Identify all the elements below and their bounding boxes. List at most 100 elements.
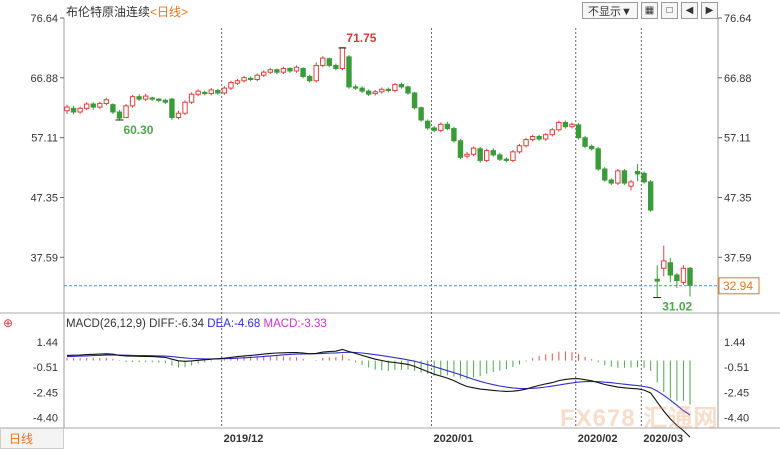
candle-body bbox=[641, 172, 647, 183]
candle-body bbox=[208, 89, 214, 95]
low-annotation: 60.30 bbox=[123, 123, 153, 137]
candle-body bbox=[497, 154, 503, 160]
candle-body bbox=[352, 86, 359, 89]
price-chart[interactable]: 76.64 76.64 66.88 66.88 57.11 57.11 47.35 47.35… bbox=[0, 0, 780, 449]
x-tick-label: 2020/02 bbox=[578, 433, 618, 445]
candle-body bbox=[536, 136, 542, 140]
y-tick-label: 57.11 bbox=[31, 133, 58, 145]
candle-body bbox=[110, 104, 116, 113]
candle-body bbox=[438, 123, 444, 131]
candle-body bbox=[575, 124, 582, 139]
candle-body bbox=[293, 66, 300, 72]
candle-body bbox=[569, 123, 575, 128]
candle-body bbox=[431, 127, 437, 131]
candle-body bbox=[372, 91, 378, 95]
candle-body bbox=[280, 67, 287, 73]
candle-body bbox=[562, 121, 569, 128]
macd-diff: DIFF:-6.34 bbox=[149, 318, 205, 330]
candle-body bbox=[582, 137, 588, 147]
candle-body bbox=[424, 120, 431, 129]
candle-body bbox=[647, 181, 654, 211]
y-tick-label: 66.88 bbox=[30, 73, 58, 85]
candle-body bbox=[103, 99, 110, 104]
candle-body bbox=[588, 145, 595, 150]
candle-body bbox=[470, 147, 477, 155]
candle-body bbox=[182, 101, 188, 114]
candle-body bbox=[287, 67, 293, 72]
candle-body bbox=[326, 58, 333, 66]
crosshair-icon: ⊕ bbox=[3, 316, 13, 330]
candle-body bbox=[477, 148, 483, 161]
candle-body bbox=[90, 103, 96, 108]
candle-body bbox=[628, 181, 634, 187]
candle-body bbox=[247, 77, 254, 81]
macd-y-tick-label: -0.51 bbox=[33, 362, 58, 374]
candle-body bbox=[300, 67, 306, 77]
candle-body bbox=[77, 107, 83, 113]
candle-body bbox=[484, 150, 490, 161]
candle-body bbox=[379, 88, 385, 93]
y-tick-label-right: 37.59 bbox=[724, 252, 752, 264]
x-tick-label: 2020/01 bbox=[433, 433, 473, 445]
candle-body bbox=[392, 83, 398, 92]
macd-y-tick-label-right: -4.40 bbox=[724, 413, 749, 425]
candle-body bbox=[70, 107, 77, 113]
candle-body bbox=[202, 91, 208, 95]
candle-body bbox=[595, 148, 601, 170]
candle-body bbox=[451, 128, 457, 142]
candle-body bbox=[195, 90, 201, 95]
candle-body bbox=[621, 170, 628, 184]
candle-body bbox=[123, 105, 129, 119]
macd-y-tick-label: -4.40 bbox=[33, 413, 58, 425]
candle-body bbox=[188, 93, 195, 103]
macd-y-tick-label-right: -2.45 bbox=[724, 387, 749, 399]
candle-body bbox=[339, 47, 346, 69]
candle-body bbox=[313, 64, 319, 82]
candle-body bbox=[254, 74, 260, 81]
candle-body bbox=[64, 106, 70, 112]
candle-body bbox=[529, 136, 536, 141]
candle-body bbox=[221, 87, 228, 94]
candle-body bbox=[175, 112, 182, 119]
candle-body bbox=[116, 111, 123, 119]
candle-body bbox=[411, 92, 418, 109]
candle-body bbox=[346, 56, 352, 88]
candle-body bbox=[365, 90, 372, 95]
candle-body bbox=[543, 134, 549, 140]
candle-body bbox=[136, 96, 142, 100]
macd-dea: DEA:-4.68 bbox=[207, 318, 261, 330]
candle-body bbox=[156, 98, 162, 101]
candle-body bbox=[444, 123, 451, 130]
candle-body bbox=[516, 145, 523, 153]
candle-body bbox=[261, 71, 267, 76]
candle-body bbox=[398, 83, 405, 88]
watermark-logo: FX678 汇通网 bbox=[560, 405, 719, 432]
macd-y-tick-label: 1.44 bbox=[37, 337, 58, 349]
high-annotation: 71.75 bbox=[346, 31, 376, 45]
candle-body bbox=[608, 179, 615, 184]
y-tick-label-right: 57.11 bbox=[724, 133, 751, 145]
period-tab[interactable]: 日线 bbox=[0, 428, 64, 449]
y-tick-label-right: 76.64 bbox=[724, 13, 752, 25]
macd-y-tick-label-right: 1.44 bbox=[724, 337, 745, 349]
candle-body bbox=[129, 96, 136, 107]
x-tick-label: 2020/03 bbox=[643, 433, 683, 445]
macd-y-tick-label: -2.45 bbox=[33, 387, 58, 399]
candle-body bbox=[418, 107, 424, 121]
candle-body bbox=[602, 168, 608, 181]
candle-body bbox=[503, 158, 510, 161]
candle-body bbox=[680, 267, 687, 283]
candle-body bbox=[149, 97, 155, 100]
macd-y-tick-label-right: -0.51 bbox=[724, 362, 749, 374]
candle-body bbox=[549, 129, 555, 136]
candle-body bbox=[490, 150, 496, 156]
candle-body bbox=[667, 262, 674, 276]
candle-body bbox=[674, 274, 680, 282]
y-tick-label: 76.64 bbox=[30, 13, 58, 25]
candle-body bbox=[457, 140, 464, 158]
macd-legend: MACD(26,12,9) DIFF:-6.34 DEA:-4.68 MACD:… bbox=[66, 318, 327, 330]
candle-body bbox=[162, 99, 169, 103]
candle-body bbox=[333, 64, 339, 69]
candle-body bbox=[405, 86, 411, 94]
candle-body bbox=[169, 98, 175, 119]
